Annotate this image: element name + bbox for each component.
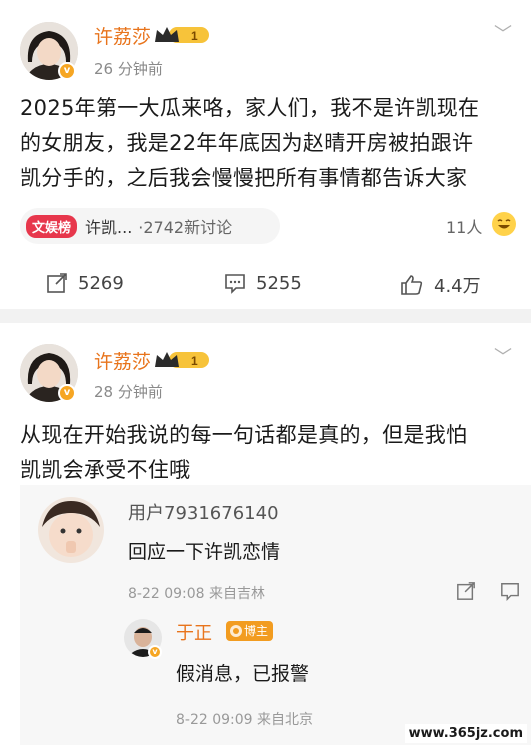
author-name[interactable]: 许荔莎 [94, 347, 151, 374]
topic-title: 许凯... [85, 218, 133, 237]
topic-link[interactable]: 文娱榜 许凯... ·2742新讨论 [20, 208, 280, 244]
verified-badge-icon: v [58, 62, 76, 80]
reply-text: 假消息，已报警 [176, 663, 310, 685]
chevron-down-icon[interactable]: ﹀ [494, 20, 512, 46]
post-content: 2025年第一大瓜来咯，家人们，我不是许凯现在 的女朋友，我是22年年底因为赵晴… [20, 96, 480, 190]
vip-level-icon: 1 [155, 27, 209, 43]
verified-badge-icon: v [58, 384, 76, 402]
comment-icon[interactable] [500, 581, 520, 601]
topic-tag-badge: 文娱榜 [26, 214, 78, 238]
like-count: 4.4万 [434, 276, 481, 297]
post-content: 从现在开始我说的每一句话都是真的，但是我怕 凯凯会承受不住哦 [20, 423, 468, 482]
topic-discuss-count: ·2742新讨论 [138, 218, 233, 237]
verified-badge-icon: v [148, 645, 162, 659]
comment-count: 5255 [256, 272, 302, 294]
author-name[interactable]: 许荔莎 [94, 22, 151, 49]
post-time: 26 分钟前 [94, 60, 163, 78]
repost-icon[interactable] [456, 581, 476, 601]
people-count: 11人 [446, 218, 483, 237]
reply-meta: 8-22 09:09 来自北京 [176, 712, 314, 728]
svg-text:1: 1 [191, 29, 198, 43]
comment-meta: 8-22 09:08 来自吉林 [128, 586, 266, 602]
repost-count: 5269 [78, 272, 124, 294]
post-card-2: v 许荔莎 1 28 分钟前 ﹀ 从现在开始我说的每一句话都是真的，但是我怕 凯… [0, 323, 531, 745]
comment-text: 回应一下许凯恋情 [128, 541, 281, 563]
chevron-down-icon[interactable]: ﹀ [494, 343, 512, 369]
post-time: 28 分钟前 [94, 383, 163, 401]
commenter-avatar[interactable] [38, 497, 104, 563]
blogger-badge: 博主 [226, 621, 274, 641]
vip-level-icon: 1 [155, 352, 209, 368]
comment-icon [225, 274, 245, 294]
repost-button[interactable]: 5269 [46, 272, 124, 294]
commenter-name[interactable]: 用户7931676140 [128, 499, 279, 525]
post-card-1: v 许荔莎 1 26 分钟前 ﹀ 2025年第一大瓜来咯，家人们，我不是许凯现在… [0, 0, 531, 309]
repost-icon [47, 273, 67, 293]
svg-text:1: 1 [191, 354, 198, 368]
laugh-emoji-icon [492, 212, 516, 236]
like-button[interactable]: 4.4万 [400, 272, 481, 298]
watermark: www.365jz.com [404, 724, 527, 743]
comment-button[interactable]: 5255 [224, 272, 302, 294]
reply-author-name[interactable]: 于正 [176, 619, 212, 645]
comment-thread: 用户7931676140 回应一下许凯恋情 8-22 09:08 来自吉林 v … [20, 485, 531, 745]
thumbs-up-icon [401, 275, 423, 295]
flower-icon [230, 625, 242, 637]
